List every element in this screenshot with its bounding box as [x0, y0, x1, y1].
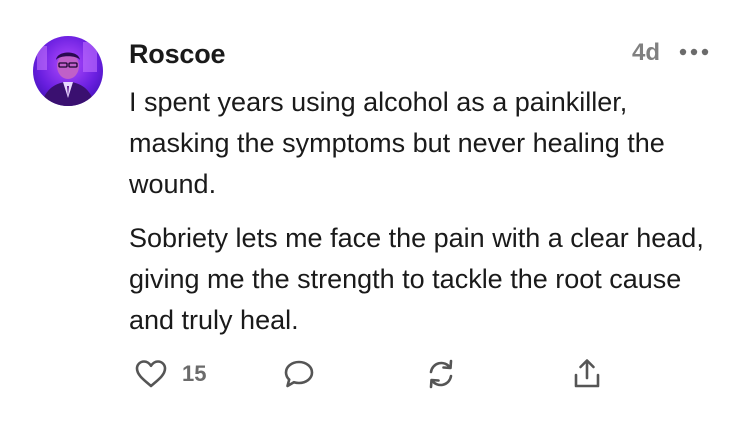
author-name[interactable]: Roscoe: [129, 36, 226, 72]
reply-button[interactable]: [282, 356, 316, 392]
timestamp: 4d: [631, 39, 660, 66]
heart-icon: [135, 360, 167, 388]
comment-paragraph: I spent years using alcohol as a painkil…: [129, 87, 665, 199]
refresh-cycle-icon: [429, 359, 453, 389]
restack-button[interactable]: [424, 356, 458, 392]
like-button[interactable]: 15: [134, 356, 206, 392]
like-count: 15: [182, 361, 207, 386]
author-avatar[interactable]: [33, 36, 103, 106]
share-upload-icon: [574, 359, 600, 388]
comment-body: I spent years using alcohol as a painkil…: [129, 82, 729, 354]
speech-bubble-icon: [284, 360, 314, 388]
avatar-image: [33, 36, 103, 106]
share-button[interactable]: [570, 356, 604, 392]
more-horizontal-icon[interactable]: [677, 42, 711, 62]
comment-paragraph: Sobriety lets me face the pain with a cl…: [129, 223, 704, 335]
